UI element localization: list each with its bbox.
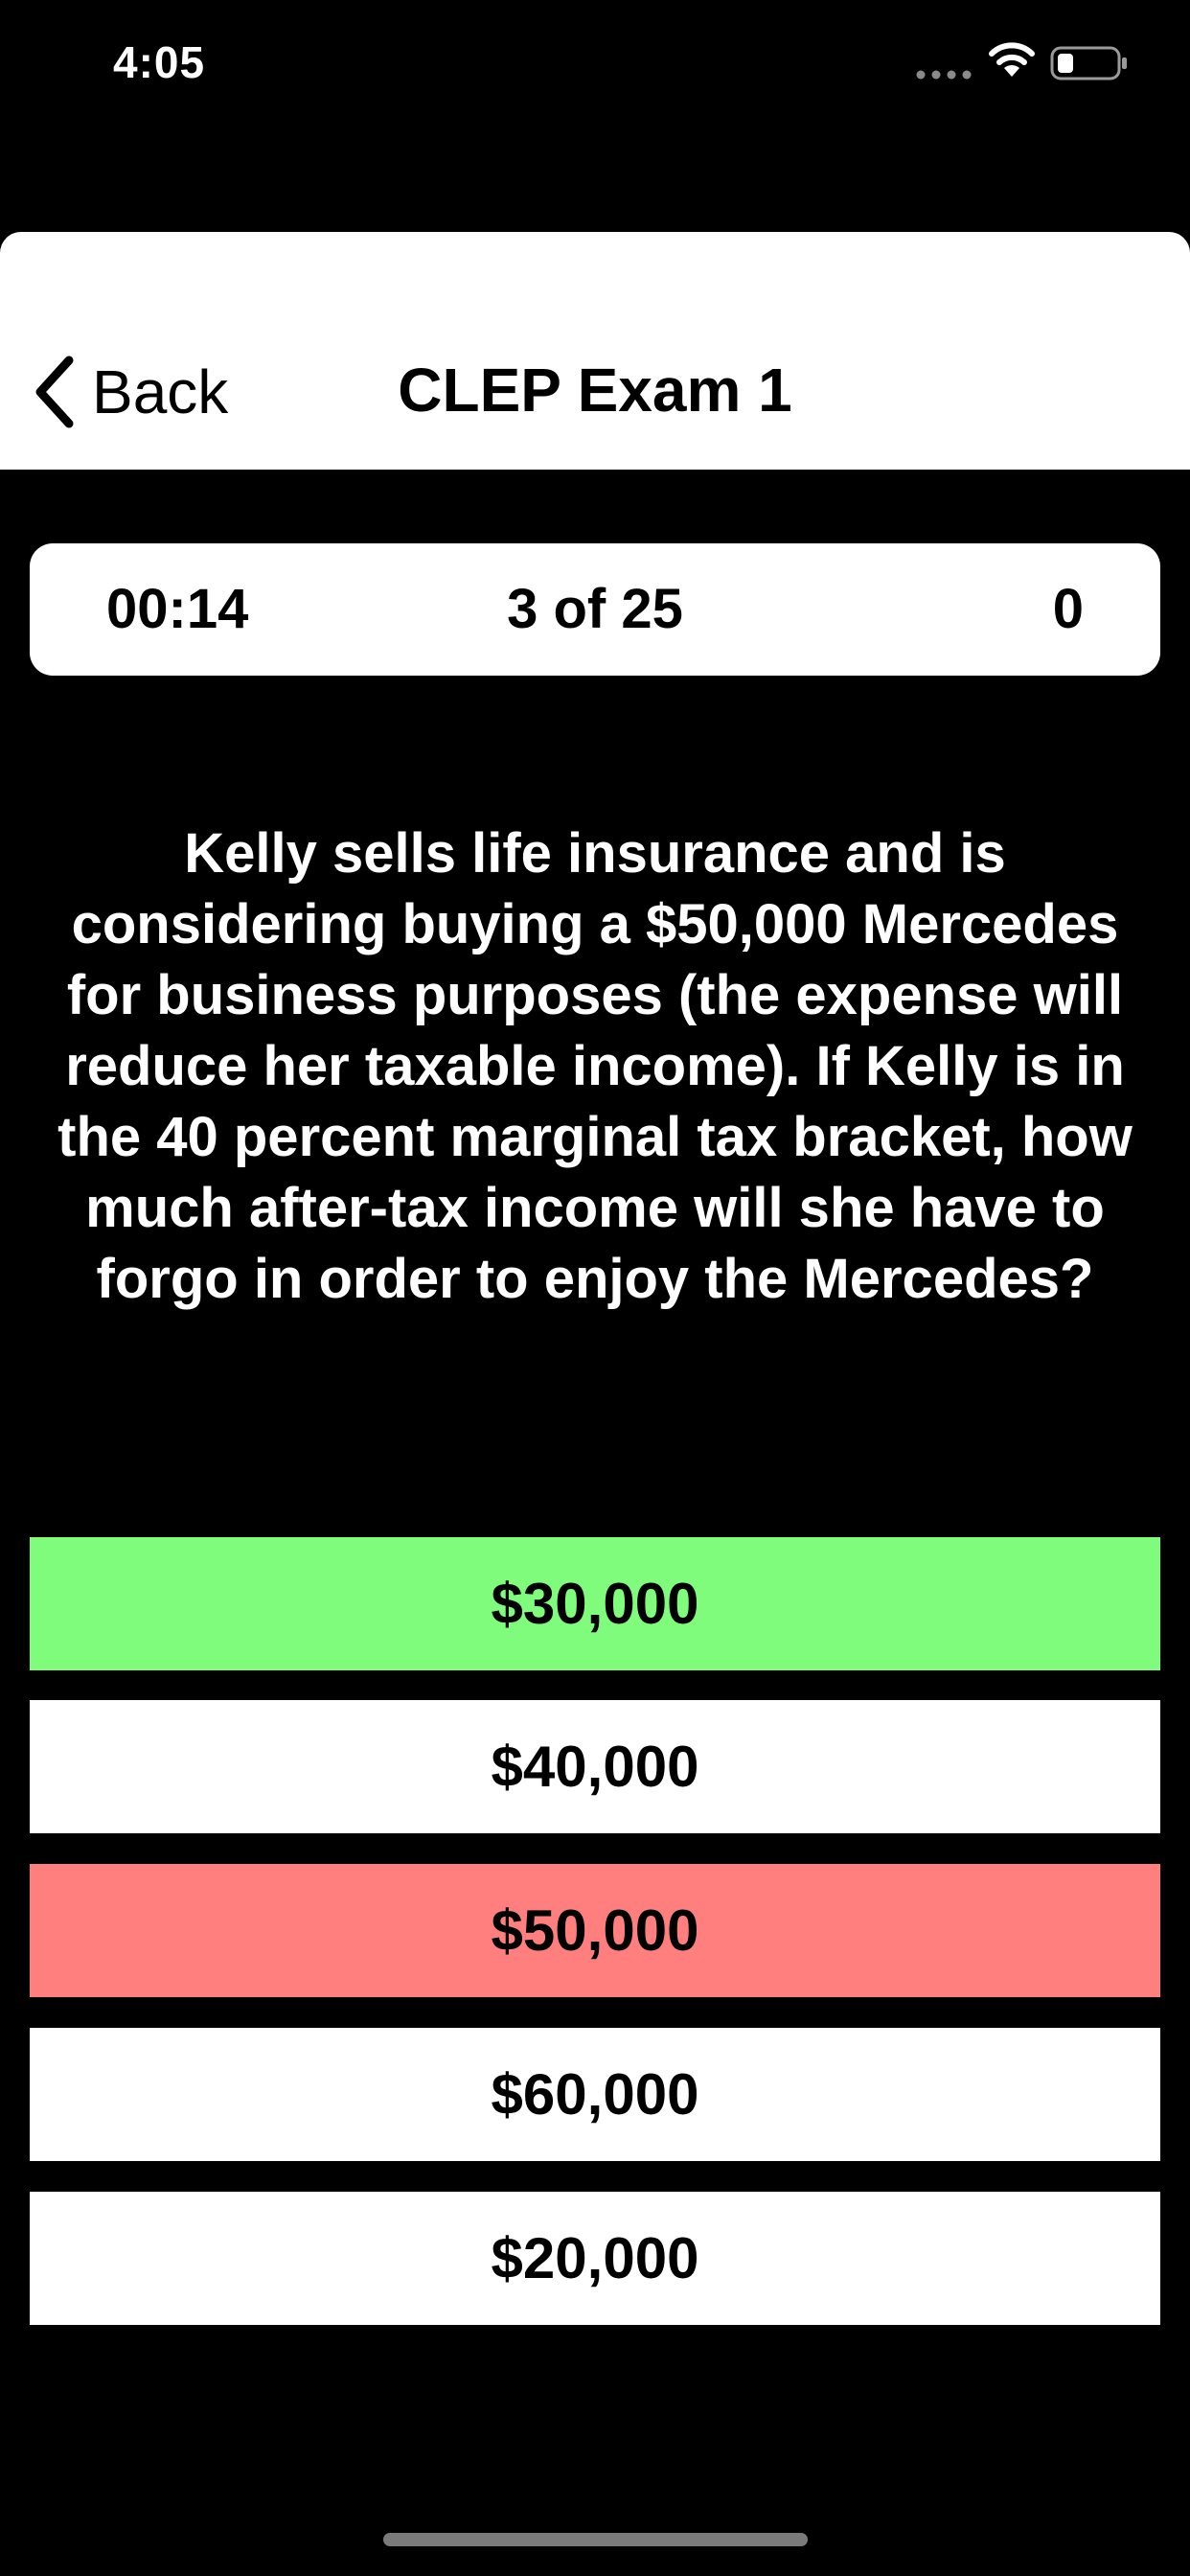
answer-option-2[interactable]: $40,000	[30, 1700, 1160, 1833]
battery-icon	[1050, 46, 1127, 80]
question-progress: 3 of 25	[507, 578, 683, 640]
chevron-left-icon	[35, 356, 74, 428]
navigation-bar: Back CLEP Exam 1	[0, 232, 1190, 470]
answer-option-3[interactable]: $50,000	[30, 1864, 1160, 1997]
exam-info-bar: 00:14 3 of 25 0	[30, 543, 1160, 676]
home-indicator[interactable]	[383, 2533, 808, 2546]
wifi-icon	[989, 42, 1035, 77]
score: 0	[1052, 578, 1084, 640]
status-time: 4:05	[113, 37, 206, 87]
question-text: Kelly sells life insurance and is consid…	[57, 822, 1133, 1310]
back-button[interactable]: Back	[29, 349, 228, 435]
signal-dots-icon	[916, 70, 972, 80]
answer-option-4[interactable]: $60,000	[30, 2028, 1160, 2161]
back-label: Back	[92, 357, 229, 426]
answer-option-5[interactable]: $20,000	[30, 2192, 1160, 2325]
status-bar: 4:05	[0, 0, 1190, 134]
answer-option-1[interactable]: $30,000	[30, 1537, 1160, 1670]
